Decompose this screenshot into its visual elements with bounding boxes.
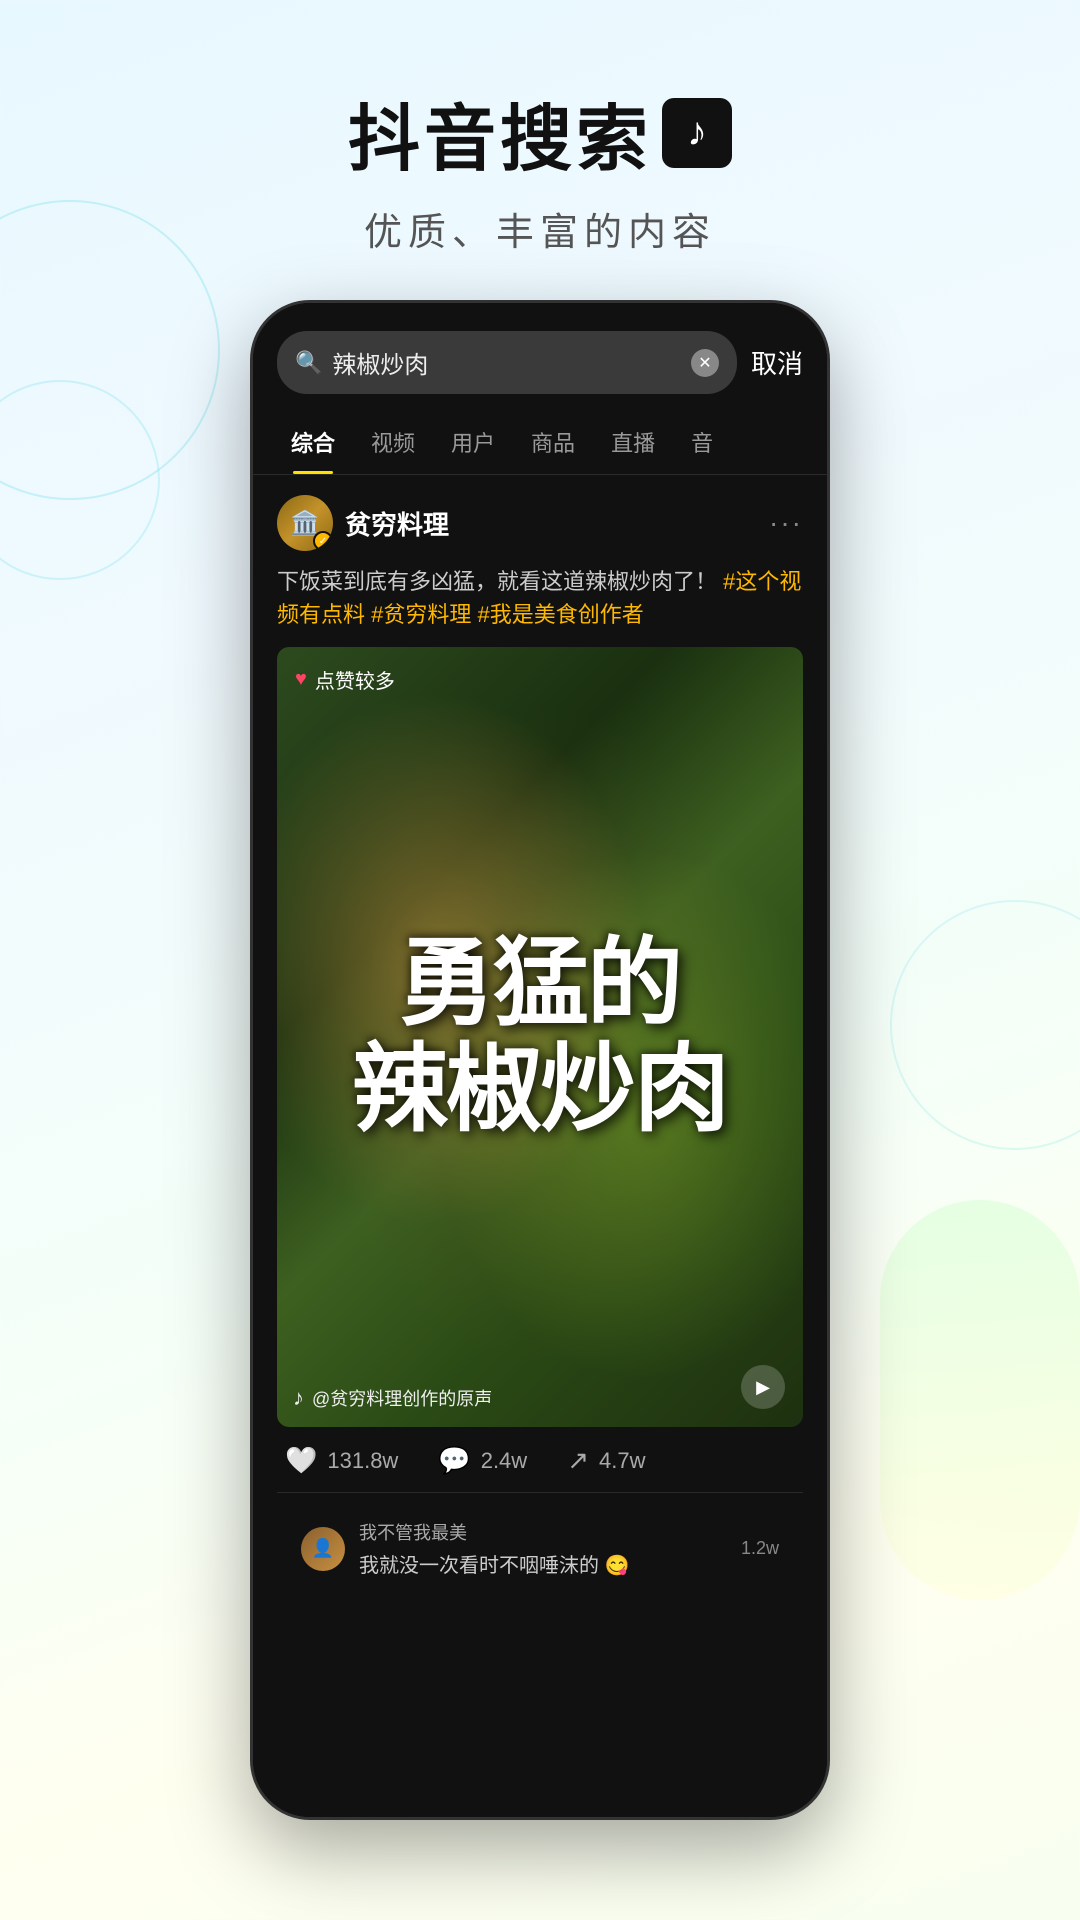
- tab-video[interactable]: 视频: [353, 410, 433, 474]
- shares-count: 4.7w: [599, 1448, 645, 1474]
- comments-count: 2.4w: [481, 1448, 527, 1474]
- video-popular-tag: ♥ 点赞较多: [295, 665, 395, 694]
- video-background: 勇猛的辣椒炒肉: [277, 647, 803, 1427]
- stat-likes[interactable]: 🤍 131.8w: [285, 1445, 398, 1476]
- heart-icon: ♥: [295, 668, 307, 691]
- video-audio-info: ♪ @贫穷料理创作的原声: [293, 1385, 492, 1411]
- search-bar: 🔍 辣椒炒肉 ✕ 取消: [253, 303, 827, 410]
- search-tabs: 综合 视频 用户 商品 直播 音: [253, 410, 827, 475]
- video-title-text: 勇猛的辣椒炒肉: [277, 647, 803, 1427]
- comment-row: 👤 我不管我最美 我就没一次看时不咽唾沫的 😋: [301, 1509, 779, 1588]
- phone-screen: 🔍 辣椒炒肉 ✕ 取消 综合 视频 用户 商品: [253, 303, 827, 1817]
- content-area: 🏛️ ✓ 贫穷料理 ··· 下饭菜到底有多凶猛，就看这道辣椒炒肉了！ #这个视频…: [253, 475, 827, 1817]
- tab-audio[interactable]: 音: [673, 410, 731, 474]
- stat-comments[interactable]: 💬 2.4w: [438, 1445, 527, 1476]
- tab-user[interactable]: 用户: [433, 410, 513, 474]
- search-query-text: 辣椒炒肉: [332, 345, 681, 380]
- comments-preview: 👤 我不管我最美 我就没一次看时不咽唾沫的 😋: [277, 1493, 803, 1604]
- header-title-row: 抖音搜索 ♪: [0, 80, 1080, 185]
- tiktok-logo-icon: ♪: [662, 98, 732, 168]
- play-button[interactable]: ▶: [741, 1365, 785, 1409]
- search-icon: 🔍: [295, 350, 322, 376]
- post-stats: 🤍 131.8w 💬 2.4w ↗ 4.7w: [277, 1427, 803, 1493]
- phone-body: 🔍 辣椒炒肉 ✕ 取消 综合 视频 用户 商品: [250, 300, 830, 1820]
- post-header: 🏛️ ✓ 贫穷料理 ···: [277, 495, 803, 551]
- post-description: 下饭菜到底有多凶猛，就看这道辣椒炒肉了！ #这个视频有点料 #贫穷料理 #我是美…: [277, 565, 803, 631]
- post-author[interactable]: 🏛️ ✓ 贫穷料理: [277, 495, 449, 551]
- bg-decoration-blob: [880, 1200, 1080, 1600]
- tab-product[interactable]: 商品: [513, 410, 593, 474]
- author-name: 贫穷料理: [345, 505, 449, 542]
- verified-badge: ✓: [313, 531, 333, 551]
- author-avatar: 🏛️ ✓: [277, 495, 333, 551]
- post-more-button[interactable]: ···: [769, 507, 803, 539]
- search-cancel-button[interactable]: 取消: [751, 344, 803, 381]
- comment-likes-count: 1.2w: [741, 1538, 779, 1559]
- commenter-avatar: 👤: [301, 1527, 345, 1571]
- tab-comprehensive[interactable]: 综合: [273, 410, 353, 474]
- tiktok-note-icon: ♪: [293, 1385, 304, 1411]
- likes-count: 131.8w: [327, 1448, 398, 1474]
- stat-shares[interactable]: ↗ 4.7w: [567, 1445, 645, 1476]
- share-icon: ↗: [567, 1445, 589, 1476]
- app-title: 抖音搜索: [348, 80, 652, 185]
- search-input-wrapper[interactable]: 🔍 辣椒炒肉 ✕: [277, 331, 737, 394]
- comment-icon: 💬: [438, 1445, 470, 1476]
- video-thumbnail[interactable]: 勇猛的辣椒炒肉 ♥ 点赞较多 ♪ @贫穷料理创作的原声 ▶: [277, 647, 803, 1427]
- search-clear-button[interactable]: ✕: [691, 349, 719, 377]
- like-icon: 🤍: [285, 1445, 317, 1476]
- comment-text-body: 我就没一次看时不咽唾沫的 😋: [359, 1555, 629, 1577]
- tiktok-note-icon: ♪: [687, 110, 707, 155]
- tab-live[interactable]: 直播: [593, 410, 673, 474]
- commenter-name: 我不管我最美: [359, 1519, 629, 1545]
- phone-mockup: 🔍 辣椒炒肉 ✕ 取消 综合 视频 用户 商品: [250, 300, 830, 1820]
- bg-decoration-circle-3: [890, 900, 1080, 1150]
- post-card: 🏛️ ✓ 贫穷料理 ··· 下饭菜到底有多凶猛，就看这道辣椒炒肉了！ #这个视频…: [253, 475, 827, 1604]
- comment-body: 我不管我最美 我就没一次看时不咽唾沫的 😋: [359, 1519, 629, 1578]
- comment-content: 我不管我最美 我就没一次看时不咽唾沫的 😋 1.2w: [359, 1519, 779, 1578]
